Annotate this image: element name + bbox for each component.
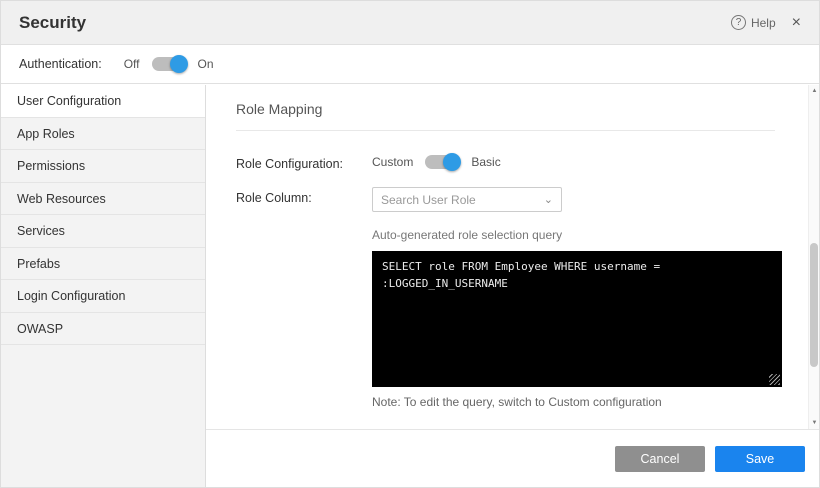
- sidebar-item-login-configuration[interactable]: Login Configuration: [1, 280, 205, 313]
- query-note: Note: To edit the query, switch to Custo…: [372, 395, 775, 409]
- sidebar-item-prefabs[interactable]: Prefabs: [1, 248, 205, 281]
- authentication-toggle[interactable]: [152, 57, 186, 71]
- sidebar: User Configuration App Roles Permissions…: [1, 85, 206, 487]
- scroll-down-icon[interactable]: ▼: [809, 420, 820, 426]
- save-button[interactable]: Save: [715, 446, 805, 472]
- role-column-select-value: Search User Role: [381, 193, 476, 207]
- query-label: Auto-generated role selection query: [372, 228, 775, 242]
- security-dialog: Security ? Help × Authentication: Off On…: [0, 0, 820, 488]
- sidebar-item-user-configuration[interactable]: User Configuration: [1, 85, 205, 118]
- body: User Configuration App Roles Permissions…: [1, 85, 819, 487]
- role-configuration-label: Role Configuration:: [236, 153, 372, 171]
- sidebar-item-services[interactable]: Services: [1, 215, 205, 248]
- role-column-label: Role Column:: [236, 187, 372, 212]
- authentication-row: Authentication: Off On: [1, 45, 819, 84]
- query-textarea[interactable]: SELECT role FROM Employee WHERE username…: [372, 251, 782, 387]
- help-icon: ?: [731, 15, 746, 30]
- vertical-scrollbar[interactable]: ▲ ▼: [808, 85, 819, 429]
- footer: Cancel Save: [206, 429, 819, 487]
- header: Security ? Help ×: [1, 1, 819, 45]
- cancel-button[interactable]: Cancel: [615, 446, 705, 472]
- role-configuration-control: Custom Basic: [372, 153, 501, 171]
- role-column-select[interactable]: Search User Role ⌄: [372, 187, 562, 212]
- sidebar-item-owasp[interactable]: OWASP: [1, 313, 205, 346]
- role-configuration-toggle-knob: [443, 153, 461, 171]
- section-title: Role Mapping: [236, 101, 775, 131]
- role-configuration-basic-label: Basic: [471, 155, 500, 169]
- chevron-down-icon: ⌄: [544, 193, 553, 206]
- header-actions: ? Help ×: [731, 15, 801, 31]
- role-mapping-panel: Role Mapping Role Configuration: Custom …: [236, 101, 775, 409]
- close-icon[interactable]: ×: [792, 15, 801, 31]
- page-title: Security: [19, 13, 86, 33]
- sidebar-item-permissions[interactable]: Permissions: [1, 150, 205, 183]
- sidebar-item-web-resources[interactable]: Web Resources: [1, 183, 205, 216]
- content-area: Role Mapping Role Configuration: Custom …: [206, 85, 819, 487]
- authentication-on-label: On: [198, 57, 214, 71]
- sidebar-item-app-roles[interactable]: App Roles: [1, 118, 205, 151]
- scrollbar-thumb[interactable]: [810, 243, 818, 367]
- help-label: Help: [751, 16, 776, 30]
- resize-handle-icon[interactable]: [769, 374, 780, 385]
- role-configuration-toggle[interactable]: [425, 155, 459, 169]
- authentication-off-label: Off: [124, 57, 140, 71]
- scroll-up-icon[interactable]: ▲: [809, 88, 820, 94]
- role-column-row: Role Column: Search User Role ⌄: [236, 187, 775, 212]
- role-configuration-custom-label: Custom: [372, 155, 413, 169]
- help-button[interactable]: ? Help: [731, 15, 776, 30]
- role-configuration-row: Role Configuration: Custom Basic: [236, 153, 775, 171]
- role-column-control: Search User Role ⌄: [372, 187, 562, 212]
- authentication-toggle-knob: [170, 55, 188, 73]
- query-section: Auto-generated role selection query SELE…: [372, 228, 775, 409]
- authentication-label: Authentication:: [19, 57, 102, 71]
